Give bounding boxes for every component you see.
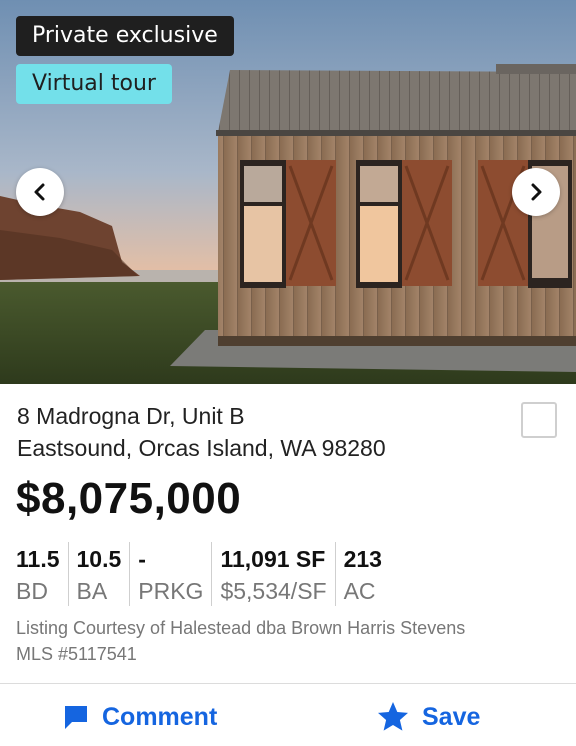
stat-bedrooms: 11.5 BD	[16, 542, 68, 606]
save-button[interactable]: Save	[376, 698, 480, 736]
stat-label: BA	[76, 578, 108, 604]
stat-value: -	[138, 546, 146, 572]
stat-value: 11.5	[16, 546, 60, 572]
stat-value: 11,091 SF	[220, 546, 326, 572]
stat-label: PRKG	[138, 578, 204, 604]
house-photo	[0, 0, 576, 384]
next-photo-button[interactable]	[512, 168, 560, 216]
stat-acres: 213 AC	[334, 542, 390, 606]
stat-bathrooms: 10.5 BA	[67, 542, 130, 606]
virtual-tour-badge[interactable]: Virtual tour	[16, 64, 172, 104]
listing-courtesy: Listing Courtesy of Halestead dba Brown …	[16, 618, 466, 664]
address-line-1: 8 Madrogna Dr, Unit B	[17, 403, 245, 429]
comment-label: Comment	[102, 702, 218, 731]
comment-button[interactable]: Comment	[62, 698, 217, 736]
comment-icon	[65, 706, 87, 729]
star-icon	[378, 702, 408, 731]
chevron-right-icon	[531, 183, 542, 201]
stat-parking: - PRKG	[129, 542, 211, 606]
private-exclusive-badge: Private exclusive	[16, 16, 234, 56]
listing-address[interactable]: 8 Madrogna Dr, Unit B Eastsound, Orcas I…	[17, 400, 386, 464]
select-listing-checkbox[interactable]	[521, 402, 557, 438]
save-label: Save	[422, 702, 481, 731]
listing-photo[interactable]: Private exclusive Virtual tour	[0, 0, 576, 384]
stat-square-feet: 11,091 SF $5,534/SF	[211, 542, 334, 606]
listing-card[interactable]: Private exclusive Virtual tour 8 Madrogn…	[0, 0, 576, 746]
stat-value: 10.5	[76, 546, 122, 572]
chevron-left-icon	[34, 183, 45, 201]
stat-label: BD	[16, 578, 48, 604]
stat-value: 213	[343, 546, 382, 572]
divider	[0, 683, 576, 684]
stat-label: $5,534/SF	[220, 578, 327, 604]
address-line-2: Eastsound, Orcas Island, WA 98280	[17, 435, 386, 461]
listing-price: $8,075,000	[16, 474, 242, 523]
listing-stats: 11.5 BD 10.5 BA - PRKG 11,091 SF $5,534/…	[16, 542, 390, 606]
stat-label: AC	[343, 578, 376, 604]
previous-photo-button[interactable]	[16, 168, 64, 216]
